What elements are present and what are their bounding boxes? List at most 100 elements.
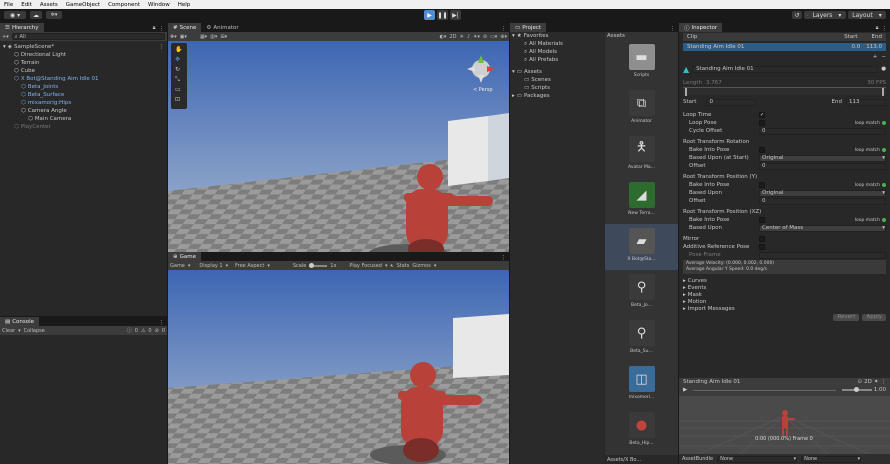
error-icon[interactable]: ⊘	[155, 328, 159, 334]
asset-grid-item[interactable]: 🯅 Avatar Ma...	[605, 132, 678, 178]
menu-file[interactable]: File	[4, 2, 13, 8]
end-input[interactable]: 113	[846, 98, 886, 106]
aspect-dropdown[interactable]: Free Aspect	[235, 263, 264, 269]
loop-time-checkbox[interactable]: ✓	[759, 112, 765, 118]
posy-bake-checkbox[interactable]	[759, 182, 765, 188]
hierarchy-item[interactable]: ⬡ mixamorig:Hips	[0, 99, 167, 107]
assets-row[interactable]: ▾ ▭ Assets	[510, 68, 604, 76]
mirror-checkbox[interactable]	[759, 236, 765, 242]
posy-offset-input[interactable]: 0	[759, 197, 886, 205]
apply-button[interactable]: Apply	[862, 313, 886, 321]
asset-grid-item[interactable]: ◢ New Terra...	[605, 178, 678, 224]
collab-button[interactable]: ✲▾	[46, 11, 62, 19]
persp-label[interactable]: < Persp	[473, 87, 493, 93]
more-icon[interactable]: ⋮	[501, 255, 507, 261]
hierarchy-item[interactable]: ⬡ PlayCenter	[0, 123, 167, 131]
foldout-events[interactable]: ▸ Events	[683, 284, 886, 291]
start-input[interactable]: 0	[706, 98, 757, 106]
project-tree-item[interactable]: ▭ Scenes	[510, 76, 604, 84]
foldout-import-messages[interactable]: ▸ Import Messages	[683, 305, 886, 312]
start-marker[interactable]	[685, 88, 687, 96]
favorites-row[interactable]: ▾ ★ Favorites	[510, 32, 604, 40]
transform-tool-icon[interactable]: ✥▾	[170, 34, 177, 40]
tab-animator[interactable]: ⚙ Animator	[201, 23, 243, 32]
clip-name-input[interactable]: Standing Aim Idle 01	[692, 65, 879, 73]
game-viewport[interactable]	[168, 270, 509, 464]
scene-viewport[interactable]: ✋ ✥ ↻ ⤡ ▭ ⊡ < Persp	[168, 41, 509, 252]
clip-row[interactable]: Standing Aim Idle 01 0.0 113.0	[683, 43, 886, 51]
info-icon[interactable]: ⓘ	[127, 327, 132, 334]
stats-button[interactable]: Stats	[397, 263, 410, 269]
hierarchy-item[interactable]: ⬡ Beta_Joints	[0, 83, 167, 91]
preview-viewport[interactable]: 0:00 (000.0%) Frame 0	[679, 396, 890, 454]
avatar-icon[interactable]: ⊙	[858, 379, 863, 385]
hidden-icon[interactable]: ⊘	[483, 34, 487, 40]
hierarchy-search-input[interactable]: ⌕ All	[11, 33, 165, 40]
history-button[interactable]: ↺	[792, 11, 802, 19]
transform-tool-icon[interactable]: ⊡	[175, 96, 180, 103]
tab-hierarchy[interactable]: ☰ Hierarchy	[0, 23, 44, 32]
tab-project[interactable]: ▭ Project	[510, 23, 547, 32]
project-tree-item[interactable]: ⌕ All Prefabs	[510, 56, 604, 64]
remove-icon[interactable]: −	[881, 54, 886, 60]
pause-button[interactable]: ❚❚	[437, 10, 448, 20]
camera-icon[interactable]: ▭▾	[490, 34, 497, 40]
project-tree-item[interactable]: ⌕ All Materials	[510, 40, 604, 48]
gizmos-icon[interactable]: ⊕▾	[500, 34, 507, 40]
grid-icon[interactable]: ▦▾	[200, 34, 207, 40]
loop-pose-checkbox[interactable]	[759, 120, 765, 126]
snap-icon[interactable]: ▥▾	[210, 34, 217, 40]
menu-assets[interactable]: Assets	[40, 2, 58, 8]
move-tool-icon[interactable]: ✥	[175, 56, 180, 63]
layout-dropdown[interactable]: Layout ▾	[848, 11, 886, 19]
game-view-dropdown[interactable]: Game	[170, 263, 185, 269]
asset-grid-item[interactable]: ⧉ Animator	[605, 86, 678, 132]
menu-window[interactable]: Window	[148, 2, 170, 8]
foldout-curves[interactable]: ▸ Curves	[683, 277, 886, 284]
asset-grid-item[interactable]: ⚲ Beta_Jo...	[605, 270, 678, 316]
hierarchy-item[interactable]: ⬡ X Bot@Standing Aim Idle 01	[0, 75, 167, 83]
asset-bundle-dropdown[interactable]: None ▾	[717, 455, 798, 463]
more-icon[interactable]: ⋮	[882, 26, 888, 32]
asset-variant-dropdown[interactable]: None ▾	[801, 455, 862, 463]
menu-edit[interactable]: Edit	[21, 2, 32, 8]
rot-offset-input[interactable]: 0	[759, 162, 886, 170]
posxz-based-upon-dropdown[interactable]: Center of Mass ▾	[759, 224, 886, 232]
foldout-motion[interactable]: ▸ Motion	[683, 298, 886, 305]
2d-toggle[interactable]: 2D	[449, 34, 456, 40]
rot-based-upon-dropdown[interactable]: Original ▾	[759, 154, 886, 162]
more-icon[interactable]: ⋮	[159, 26, 165, 32]
hand-tool-icon[interactable]: ✋	[175, 45, 182, 53]
hierarchy-item[interactable]: ⬡ Cube	[0, 67, 167, 75]
display-dropdown[interactable]: Display 1	[199, 263, 222, 269]
hierarchy-item[interactable]: ⬡ Terrain	[0, 59, 167, 67]
tab-console[interactable]: ▤ Console	[0, 317, 40, 326]
tab-inspector[interactable]: ⓘ Inspector	[679, 23, 723, 32]
tab-scene[interactable]: # Scene	[168, 23, 202, 32]
collapse-button[interactable]: Collapse	[24, 328, 45, 334]
asset-grid-item[interactable]: ▰ X Bot@Sta...	[605, 224, 678, 270]
warning-icon[interactable]: ⚠	[141, 328, 145, 334]
more-icon[interactable]: ⋮	[881, 379, 887, 385]
lock-icon[interactable]: 🔒︎	[153, 25, 156, 32]
speed-slider[interactable]	[841, 387, 872, 392]
scene-row[interactable]: ▾ ◈ SampleScene* ⋮	[0, 43, 167, 51]
timeline-ruler[interactable]	[683, 87, 886, 96]
hierarchy-item[interactable]: ⬡ Main Camera	[0, 115, 167, 123]
asset-grid-item[interactable]: ▬ Scripts	[605, 40, 678, 86]
help-icon[interactable]: ●	[881, 66, 886, 72]
play-focused-dropdown[interactable]: Play Focused	[349, 263, 382, 269]
gizmos-button[interactable]: Gizmos	[412, 263, 430, 269]
asset-grid-item[interactable]: ● Beta_Hip...	[605, 408, 678, 454]
project-tree-item[interactable]: ⌕ All Models	[510, 48, 604, 56]
play-icon[interactable]: ▶	[683, 387, 687, 393]
menu-help[interactable]: Help	[178, 2, 191, 8]
project-tree-item[interactable]: ▭ Scripts	[510, 84, 604, 92]
light-icon[interactable]: ☀	[459, 34, 463, 40]
add-icon[interactable]: +	[873, 54, 878, 60]
step-button[interactable]: ▶|	[450, 10, 461, 20]
hierarchy-item[interactable]: ⬡ Directional Light	[0, 51, 167, 59]
person-icon[interactable]: ✦	[874, 379, 879, 385]
clear-button[interactable]: Clear	[2, 328, 15, 334]
increment-icon[interactable]: ⊞▾	[220, 34, 227, 40]
